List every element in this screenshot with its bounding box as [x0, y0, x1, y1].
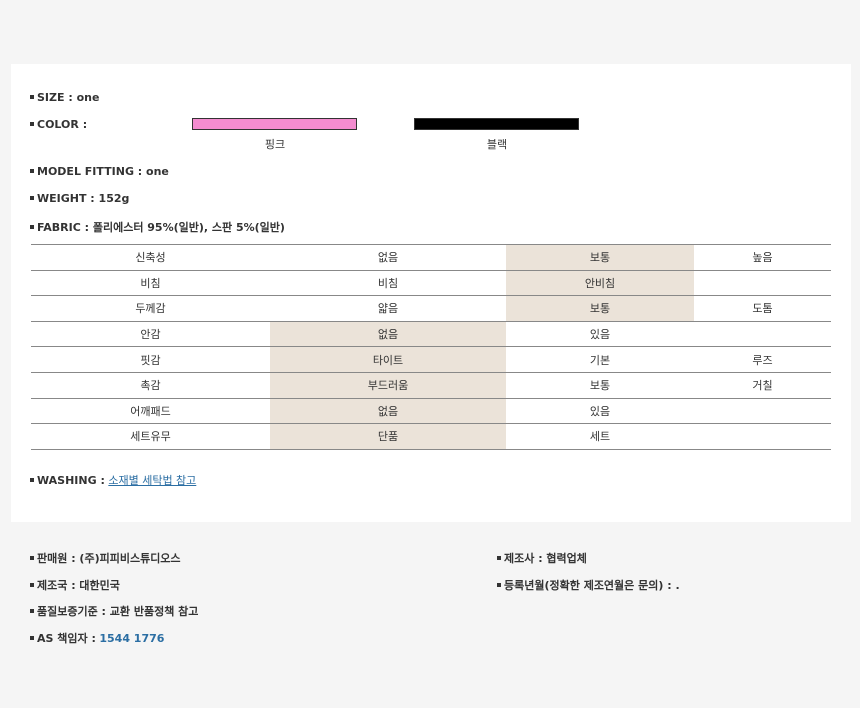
spec-row-name: 안감 [31, 321, 270, 348]
spec-cell-selected: 보통 [506, 244, 694, 271]
spec-row-name: 촉감 [31, 372, 270, 399]
spec-row-name: 핏감 [31, 346, 270, 373]
spec-cell: 있음 [506, 398, 694, 425]
weight-label: WEIGHT : 152g [37, 192, 130, 205]
spec-row: 핏감 타이트 기본 루즈 [31, 346, 831, 373]
color-swatch-black [414, 118, 579, 130]
spec-row: 어깨패드 없음 있음 [31, 398, 831, 425]
country-info: 제조국 : 대한민국 [30, 577, 120, 593]
quality-text: 품질보증기준 : 교환 반품정책 참고 [37, 605, 199, 618]
spec-cell: 세트 [506, 423, 694, 450]
fabric-info: FABRIC : 폴리에스터 95%(일반), 스판 5%(일반) [30, 219, 285, 235]
spec-cell: 루즈 [694, 346, 831, 373]
model-fitting-info: MODEL FITTING : one [30, 165, 169, 178]
quality-info: 품질보증기준 : 교환 반품정책 참고 [30, 603, 198, 619]
spec-cell [694, 398, 831, 425]
bullet-icon [30, 196, 34, 200]
spec-row: 안감 없음 있음 [31, 321, 831, 348]
spec-cell [694, 321, 831, 348]
fabric-label: FABRIC : 폴리에스터 95%(일반), 스판 5%(일반) [37, 221, 285, 234]
washing-label: WASHING : [37, 474, 105, 487]
spec-cell: 비침 [270, 270, 506, 297]
bullet-icon [30, 169, 34, 173]
bullet-icon [30, 225, 34, 229]
spec-row-name: 비침 [31, 270, 270, 297]
bullet-icon [30, 636, 34, 640]
bullet-icon [497, 583, 501, 587]
washing-info: WASHING : 소재별 세탁법 참고 [30, 472, 196, 488]
spec-cell-selected: 보통 [506, 295, 694, 322]
spec-row-name: 신축성 [31, 244, 270, 271]
model-fitting-label: MODEL FITTING : one [37, 165, 169, 178]
spec-row: 신축성 없음 보통 높음 [31, 244, 831, 271]
spec-cell: 보통 [506, 372, 694, 399]
spec-cell-selected: 타이트 [270, 346, 506, 373]
color-info: COLOR : [30, 118, 87, 131]
spec-row: 두께감 얇음 보통 도톰 [31, 295, 831, 322]
spec-cell-selected: 없음 [270, 398, 506, 425]
spec-cell-selected: 부드러움 [270, 372, 506, 399]
bullet-icon [497, 556, 501, 560]
seller-text: 판매원 : (주)피피비스튜디오스 [37, 552, 181, 565]
weight-info: WEIGHT : 152g [30, 192, 129, 205]
as-label: AS 책임자 : [37, 632, 96, 645]
color-label: COLOR : [37, 118, 88, 131]
spec-row-name: 어깨패드 [31, 398, 270, 425]
maker-info: 제조사 : 협력업체 [497, 550, 587, 566]
spec-cell-selected: 단품 [270, 423, 506, 450]
bullet-icon [30, 556, 34, 560]
country-text: 제조국 : 대한민국 [37, 579, 120, 592]
spec-cell: 있음 [506, 321, 694, 348]
color-swatch-pink [192, 118, 357, 130]
spec-cell: 기본 [506, 346, 694, 373]
bullet-icon [30, 478, 34, 482]
spec-row: 촉감 부드러움 보통 거칠 [31, 372, 831, 399]
as-phone: 1544 1776 [99, 632, 165, 645]
spec-cell-selected: 안비침 [506, 270, 694, 297]
spec-cell: 높음 [694, 244, 831, 271]
size-label: SIZE : one [37, 91, 100, 104]
spec-table: 신축성 없음 보통 높음 비침 비침 안비침 두께감 얇음 보통 도톰 안감 없음 있음 핏감 타이트 기본 루즈… [31, 244, 831, 450]
reg-date-text: 등록년월(정확한 제조연월은 문의) : . [504, 579, 680, 592]
spec-row: 비침 비침 안비침 [31, 270, 831, 297]
spec-cell: 얇음 [270, 295, 506, 322]
bullet-icon [30, 583, 34, 587]
seller-info: 판매원 : (주)피피비스튜디오스 [30, 550, 181, 566]
color-name-black: 블랙 [486, 138, 508, 151]
spec-cell: 도톰 [694, 295, 831, 322]
spec-cell-selected: 없음 [270, 321, 506, 348]
washing-guide-link[interactable]: 소재별 세탁법 참고 [108, 474, 196, 487]
spec-cell [694, 270, 831, 297]
bullet-icon [30, 609, 34, 613]
spec-cell [694, 423, 831, 450]
spec-row: 세트유무 단품 세트 [31, 423, 831, 450]
spec-row-name: 세트유무 [31, 423, 270, 450]
spec-cell: 거칠 [694, 372, 831, 399]
maker-text: 제조사 : 협력업체 [504, 552, 587, 565]
spec-cell: 없음 [270, 244, 506, 271]
size-info: SIZE : one [30, 91, 99, 104]
spec-row-name: 두께감 [31, 295, 270, 322]
bullet-icon [30, 95, 34, 99]
bullet-icon [30, 122, 34, 126]
reg-date-info: 등록년월(정확한 제조연월은 문의) : . [497, 577, 680, 593]
color-name-pink: 핑크 [264, 138, 286, 151]
as-info: AS 책임자 : 1544 1776 [30, 630, 164, 646]
